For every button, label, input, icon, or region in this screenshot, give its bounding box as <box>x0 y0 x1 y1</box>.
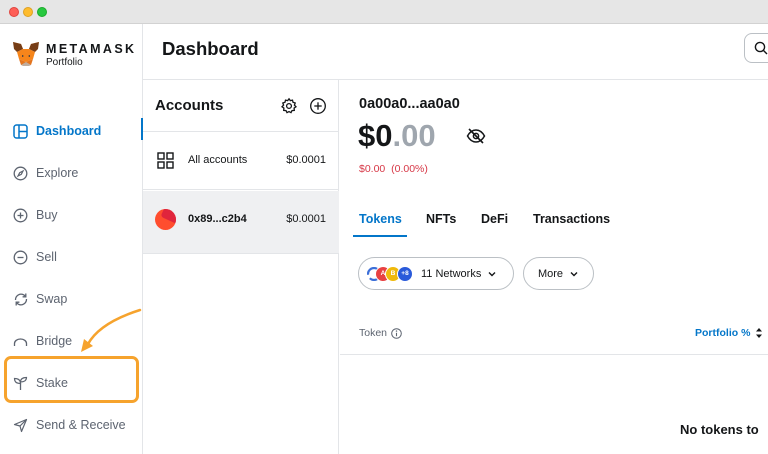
balance-whole: $0 <box>358 118 393 153</box>
close-window-button[interactable] <box>9 7 19 17</box>
dashboard-icon <box>12 123 29 140</box>
sidebar-item-explore[interactable]: Explore <box>12 159 140 187</box>
account-row-all[interactable]: All accounts $0.0001 <box>143 132 339 190</box>
bridge-icon <box>12 333 29 350</box>
balance-change: $0.00 (0.00%) <box>359 163 428 175</box>
account-value: $0.0001 <box>286 213 326 225</box>
send-icon <box>12 417 29 434</box>
search-button[interactable] <box>744 33 768 63</box>
portfolio-column-label: Portfolio % <box>695 327 751 339</box>
empty-tokens-message: No tokens to <box>680 422 759 437</box>
sort-icon[interactable] <box>755 327 763 339</box>
window-titlebar <box>0 0 768 24</box>
account-row-selected[interactable]: 0x89...c2b4 $0.0001 <box>143 191 339 254</box>
chevron-down-icon <box>570 271 578 276</box>
plus-circle-icon <box>12 207 29 224</box>
account-name: 0x89...c2b4 <box>188 213 247 225</box>
brand-name: METAMASK <box>46 42 137 56</box>
sidebar-item-send-receive[interactable]: Send & Receive <box>12 411 140 439</box>
sidebar-item-label: Bridge <box>36 334 73 348</box>
portfolio-column-header[interactable]: Portfolio % <box>695 327 763 339</box>
sidebar-item-label: Send & Receive <box>36 418 126 432</box>
accounts-panel: Accounts All accounts $0.0001 0x89...c2b… <box>143 80 339 454</box>
sidebar-item-label: Buy <box>36 208 58 222</box>
balance-cents: .00 <box>392 118 436 153</box>
metamask-fox-icon <box>13 42 39 66</box>
chevron-down-icon <box>488 271 496 276</box>
tab-transactions[interactable]: Transactions <box>533 212 610 226</box>
grid-icon <box>157 152 174 169</box>
sidebar-item-label: Dashboard <box>36 124 102 138</box>
sidebar-item-label: Swap <box>36 292 68 306</box>
hide-balance-icon[interactable] <box>466 128 486 144</box>
tutorial-arrow-icon <box>81 308 142 352</box>
networks-label: 11 Networks <box>421 267 482 280</box>
minus-circle-icon <box>12 249 29 266</box>
tab-tokens[interactable]: Tokens <box>359 212 402 226</box>
sidebar-item-sell[interactable]: Sell <box>12 243 140 271</box>
account-avatar <box>155 209 176 230</box>
sidebar-item-label: Explore <box>36 166 79 180</box>
total-balance: $0.00 <box>358 118 436 154</box>
minimize-window-button[interactable] <box>23 7 33 17</box>
active-tab-underline <box>353 235 407 237</box>
token-column-label: Token <box>359 327 388 339</box>
more-label: More <box>537 267 564 280</box>
stake-highlight-box <box>4 356 139 403</box>
brand-logo[interactable]: METAMASK Portfolio <box>12 41 137 71</box>
swap-icon <box>12 291 29 308</box>
search-icon <box>754 41 768 55</box>
tab-defi[interactable]: DeFi <box>481 212 508 226</box>
networks-filter-button[interactable]: A B +8 11 Networks <box>358 257 514 290</box>
info-icon[interactable] <box>391 327 402 339</box>
token-column-header[interactable]: Token <box>359 327 402 339</box>
compass-icon <box>12 165 29 182</box>
token-table-header: Token Portfolio % <box>340 312 768 355</box>
page-title: Dashboard <box>162 38 259 59</box>
more-button[interactable]: More <box>523 257 594 290</box>
account-address[interactable]: 0a00a0...aa0a0 <box>359 96 460 112</box>
maximize-window-button[interactable] <box>37 7 47 17</box>
account-name: All accounts <box>188 154 248 166</box>
accounts-title: Accounts <box>155 97 224 114</box>
sidebar-item-buy[interactable]: Buy <box>12 201 140 229</box>
add-account-icon[interactable] <box>309 97 327 115</box>
tab-nfts[interactable]: NFTs <box>426 212 456 226</box>
network-extra-badge: +8 <box>397 265 413 282</box>
settings-gear-icon[interactable] <box>280 97 298 115</box>
sidebar-item-dashboard[interactable]: Dashboard <box>12 117 140 145</box>
sidebar-item-label: Sell <box>36 250 57 264</box>
network-icons: A B +8 <box>366 265 421 283</box>
page-header: Dashboard <box>143 24 768 80</box>
brand-subtitle: Portfolio <box>46 57 83 68</box>
portfolio-main: 0a00a0...aa0a0 $0.00 $0.00 (0.00%) Token… <box>340 80 768 454</box>
accounts-header: Accounts <box>143 80 339 132</box>
account-value: $0.0001 <box>286 154 326 166</box>
